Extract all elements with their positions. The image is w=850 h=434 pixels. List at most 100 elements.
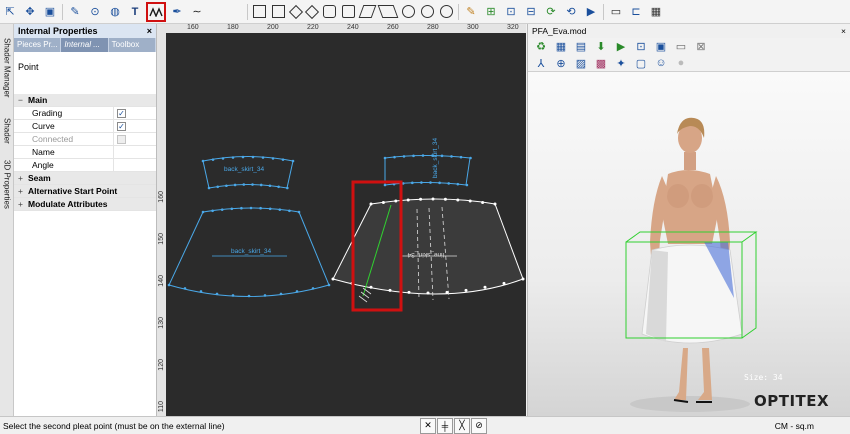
target-icon[interactable]: ⊙ [86,3,104,21]
pattern-point[interactable] [469,156,472,160]
pattern-point[interactable] [393,155,396,159]
pattern-point[interactable] [383,156,387,160]
hexagon-icon[interactable] [323,5,336,18]
expand-icon[interactable]: + [18,173,28,183]
pattern-point[interactable] [431,197,435,201]
pattern-point[interactable] [297,210,301,214]
pattern-point[interactable] [327,283,331,287]
pattern-point[interactable] [481,200,485,204]
scroll-icon[interactable]: ⊏ [627,3,645,21]
contour-icon[interactable]: ⟲ [562,3,580,21]
pattern-point[interactable] [388,288,392,292]
pattern-point[interactable] [279,292,283,296]
pattern-point[interactable] [456,182,460,186]
image-tool-icon[interactable]: ▣ [41,3,59,21]
pattern-point[interactable] [216,185,219,189]
pattern-point[interactable] [311,287,315,290]
pattern-point[interactable] [483,285,487,289]
pattern-point[interactable] [242,183,246,186]
pattern-point[interactable] [295,290,299,293]
pattern-point[interactable] [211,158,215,161]
pattern-point[interactable] [406,198,410,202]
diamond-icon[interactable] [288,4,304,19]
circle-icon[interactable] [402,5,415,18]
pattern-point[interactable] [464,288,468,292]
pattern-point[interactable] [369,202,373,206]
square-outline-icon[interactable] [272,5,285,18]
pattern-point[interactable] [261,156,265,159]
save-icon[interactable]: ▣ [652,38,670,56]
pattern-point[interactable] [402,155,406,158]
pattern-point[interactable] [251,155,255,159]
square-icon[interactable] [253,5,266,18]
curve-tool-icon[interactable]: ∼ [188,3,206,21]
pattern-canvas[interactable]: 160 180 200 220 240 260 280 300 320 160 150 140 130… [157,24,526,416]
refresh-icon[interactable]: ⟳ [542,3,560,21]
pattern-point[interactable] [220,208,224,211]
film-icon[interactable]: ▭ [672,38,690,56]
play-icon[interactable]: ▶ [582,3,600,21]
close-icon[interactable]: × [841,26,846,36]
pattern-point[interactable] [456,198,460,202]
avatar-settings-icon[interactable]: ☺ [652,54,670,72]
pattern-point[interactable] [412,154,415,158]
pattern-point[interactable] [225,184,228,188]
pattern-point[interactable] [419,197,423,201]
pattern-point[interactable] [331,277,335,281]
grid-view-icon[interactable]: ▦ [552,38,570,56]
pattern-point[interactable] [421,154,425,157]
pattern-point[interactable] [383,183,387,187]
property-value[interactable] [113,158,156,172]
pattern-point[interactable] [215,292,219,296]
pattern-point[interactable] [211,209,214,213]
pattern-point[interactable] [231,294,235,297]
tab-toolbox[interactable]: Toolbox [109,38,156,52]
pen-icon[interactable]: ✒ [168,3,186,21]
pattern-point[interactable] [438,181,441,185]
pattern-point[interactable] [440,154,444,158]
pattern-point[interactable] [369,285,373,289]
pattern-point[interactable] [230,207,234,211]
property-category[interactable]: + Modulate Attributes [14,198,156,211]
close-icon[interactable]: × [147,26,152,36]
snap-line-icon[interactable]: ╳ [454,417,470,434]
axis-icon[interactable]: ⅄ [532,54,550,72]
pentagon-icon[interactable] [342,5,355,18]
pattern-point[interactable] [407,290,411,294]
expand-icon[interactable]: + [18,199,28,209]
pattern-point[interactable] [259,206,262,210]
property-value[interactable]: ✓ [113,106,156,120]
pattern-point[interactable] [199,290,203,293]
texture-icon[interactable]: ▨ [572,54,590,72]
camera-icon[interactable]: ▢ [632,54,650,72]
fabric-icon[interactable]: ▩ [592,54,610,72]
frame-icon[interactable]: ⊡ [632,38,650,56]
pattern-point[interactable] [291,159,295,163]
pleat-tool-icon[interactable] [146,1,166,22]
window-icon[interactable]: ▭ [607,3,625,21]
pattern-point[interactable] [268,207,272,211]
layers-icon[interactable]: ▤ [572,38,590,56]
pattern-point[interactable] [231,156,235,159]
circle-large-icon[interactable] [421,5,434,18]
snap-end-icon[interactable]: ⊘ [471,417,487,434]
pattern-point[interactable] [251,183,254,186]
front-skirt-piece[interactable]: line_skirt_34 [331,197,525,303]
pattern-point[interactable] [426,291,430,295]
parallelogram-icon[interactable] [377,5,399,18]
grid-icon[interactable]: ▦ [647,3,665,21]
pattern-point[interactable] [201,210,205,214]
pattern-point[interactable] [221,157,225,160]
property-row[interactable]: Grading ✓ [14,106,156,120]
checkbox[interactable]: ✓ [117,121,126,131]
tab-3d-properties[interactable]: 3D Properties [1,154,13,214]
pattern-point[interactable] [429,181,432,184]
rhombus-icon[interactable] [358,5,377,18]
layout-icon[interactable]: ⊞ [482,3,500,21]
pattern-point[interactable] [394,199,398,203]
pattern-point[interactable] [420,181,423,184]
measure-icon[interactable]: ⊟ [522,3,540,21]
globe-icon[interactable]: ◍ [106,3,124,21]
pattern-point[interactable] [468,199,472,203]
snap-point-icon[interactable]: ✕ [420,417,436,434]
